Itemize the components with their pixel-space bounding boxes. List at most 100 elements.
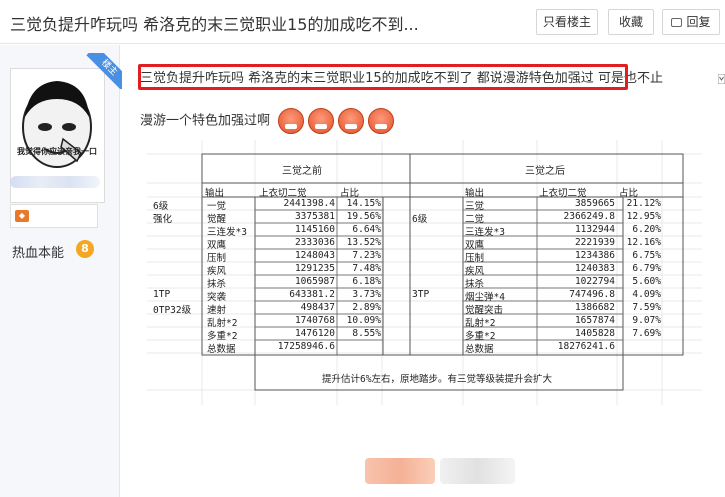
right-row-pct: 12.16% (626, 237, 661, 248)
honor-badge-box[interactable]: ◆ (10, 204, 98, 228)
left-row-pct: 8.55% (352, 328, 381, 339)
left-row-value: 3375381 (294, 211, 335, 222)
left-row-value: 1145160 (294, 224, 335, 235)
right-row-value: 1240383 (574, 263, 615, 274)
left-row-pct: 7.23% (352, 250, 381, 261)
left-row-pct: 6.64% (352, 224, 381, 235)
col-output-left: 输出 (205, 188, 225, 199)
left-row-pct: 19.56% (346, 211, 381, 222)
post-line2-text: 漫游一个特色加强过啊 (140, 113, 271, 129)
left-row-value: 1248043 (294, 250, 335, 261)
favorite-button[interactable]: 收藏 (608, 9, 654, 35)
right-side-label: 3TP (412, 289, 430, 300)
left-row-skill: 突袭 (207, 292, 227, 303)
left-row-value: 1740768 (294, 315, 335, 326)
right-row-pct: 21.12% (626, 198, 661, 209)
right-row-pct: 6.75% (632, 250, 661, 261)
left-row-pct: 7.48% (352, 263, 381, 274)
avatar-caption: 我觉得你应该亲我一口 (17, 147, 97, 156)
right-row-pct: 5.60% (632, 276, 661, 287)
blurred-action-2[interactable] (440, 458, 515, 484)
only-op-button[interactable]: 只看楼主 (536, 9, 598, 35)
col-output-right: 输出 (465, 188, 485, 199)
blurred-action-1[interactable] (365, 458, 435, 484)
left-row-skill: 乱射*2 (207, 318, 238, 329)
right-row-value: 1405828 (574, 328, 615, 339)
col-damage-left: 上衣切二觉 (259, 188, 307, 199)
sheet-footer-note: 提升估计6%左右，原地踏步。有三觉等级装提升会扩大 (322, 374, 552, 385)
right-row-skill: 双鹰 (465, 240, 485, 251)
left-row-pct: 3.73% (352, 289, 381, 300)
reply-button[interactable]: 回复 (662, 9, 720, 35)
reply-label: 回复 (686, 15, 711, 29)
right-row-skill: 烟尘弹*4 (465, 292, 505, 303)
left-row-skill: 多重*2 (207, 331, 238, 342)
right-row-skill: 觉醒突击 (465, 305, 504, 316)
right-row-pct: 7.69% (632, 328, 661, 339)
left-row-skill: 疾风 (207, 266, 227, 277)
right-section-header: 三觉之后 (525, 166, 565, 177)
left-row-skill: 一觉 (207, 201, 227, 212)
dropdown-arrow-icon[interactable] (718, 74, 725, 84)
col-share-right: 占比 (619, 188, 639, 199)
sheet-gridlines (147, 140, 702, 405)
left-row-value: 2333036 (294, 237, 335, 248)
level-badge: 8 (76, 240, 94, 258)
left-row-value: 1065987 (294, 276, 335, 287)
left-row-pct: 14.15% (346, 198, 381, 209)
spreadsheet-image[interactable]: 三觉之前 三觉之后 输出 上衣切二觉 占比 输出 上衣切二觉 占比 6级 强化 … (147, 140, 702, 405)
thread-header: 三觉负提升咋玩吗 希洛克的末三觉职业15的加成吃不到... 只看楼主 收藏 回复 (0, 0, 725, 44)
right-row-value: 1234386 (574, 250, 615, 261)
left-row-skill: 三连发*3 (207, 227, 247, 238)
right-row-skill: 乱射*2 (465, 318, 496, 329)
left-row-value: 1291235 (294, 263, 335, 274)
left-side-label: 1TP (153, 289, 171, 300)
post-content: 三觉负提升咋玩吗 希洛克的末三觉职业15的加成吃不到了 都说漫游特色加强过 可是… (138, 60, 725, 134)
col-share-left: 占比 (340, 188, 360, 199)
right-row-value: 1386682 (574, 302, 615, 313)
username-blurred[interactable] (10, 176, 100, 188)
right-row-pct: 4.09% (632, 289, 661, 300)
comment-icon (671, 18, 683, 27)
right-row-skill: 疾风 (465, 266, 485, 277)
right-row-value: 1022794 (574, 276, 615, 287)
right-side-label: 6级 (412, 214, 428, 225)
left-row-value: 498437 (300, 302, 335, 313)
left-row-pct: 10.09% (346, 315, 381, 326)
op-ribbon: 楼主 (86, 53, 122, 89)
left-row-skill: 抹杀 (207, 279, 227, 290)
left-side-label: 6级 (153, 201, 169, 212)
right-row-pct: 9.07% (632, 315, 661, 326)
left-row-pct: 13.52% (346, 237, 381, 248)
left-row-skill: 觉醒 (207, 214, 227, 225)
right-row-skill: 三连发*3 (465, 227, 505, 238)
left-row-skill: 速射 (207, 305, 227, 316)
right-row-value: 1132944 (574, 224, 615, 235)
left-row-skill: 双鹰 (207, 240, 227, 251)
right-row-pct: 6.79% (632, 263, 661, 274)
right-row-pct: 12.95% (626, 211, 661, 222)
right-row-skill: 抹杀 (465, 279, 485, 290)
right-row-skill: 三觉 (465, 201, 485, 212)
angry-emoji-icon (278, 108, 305, 134)
angry-emoji-icon (338, 108, 365, 134)
right-row-value: 3859665 (574, 198, 615, 209)
left-side-label: 强化 (153, 214, 173, 225)
left-row-pct: 2.89% (352, 302, 381, 313)
left-row-value: 1476120 (294, 328, 335, 339)
left-section-header: 三觉之前 (282, 166, 322, 177)
right-row-value: 2221939 (574, 237, 615, 248)
right-row-skill: 多重*2 (465, 331, 496, 342)
game-badge-icon: ◆ (15, 210, 29, 222)
right-row-skill: 二觉 (465, 214, 485, 225)
right-row-skill: 总数据 (465, 344, 494, 355)
left-side-label: 0TP32级 (153, 305, 192, 316)
right-row-value: 747496.8 (569, 289, 615, 300)
user-panel: 楼主 我觉得你应该亲我一口 ◆ 热血本能 8 (0, 45, 122, 497)
left-row-skill: 总数据 (207, 344, 236, 355)
post-line2: 漫游一个特色加强过啊 (140, 108, 395, 134)
right-row-value: 18276241.6 (557, 341, 615, 352)
right-row-pct: 6.20% (632, 224, 661, 235)
left-row-value: 2441398.4 (283, 198, 335, 209)
left-row-pct: 6.18% (352, 276, 381, 287)
